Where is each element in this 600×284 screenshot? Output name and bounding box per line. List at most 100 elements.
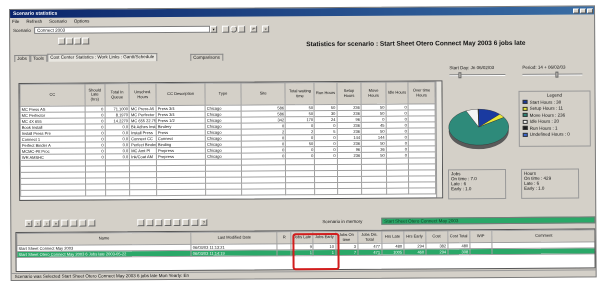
close-scenario-icon[interactable]: × [262,25,270,33]
lower-col-cost-total[interactable]: Cost Total [447,230,470,243]
col-type[interactable]: Type [205,83,241,106]
chart-icon[interactable] [238,25,246,33]
table-cell [156,189,206,196]
period-slider[interactable] [522,73,583,76]
lower-col-last-modified[interactable]: Last Modified Date [191,231,278,245]
col-idle-hours[interactable]: Idle Hours [385,82,409,105]
tab-work-links-label: Work Links [97,54,120,60]
hours-box: Hours On time : 429 Late : 6 Early : 1.0 [520,168,580,199]
cost-center-grid: CC Should Late (hrs) Total In Queue Unsc… [19,81,436,197]
table-cell: Install Press [129,129,157,136]
legend-item: Idle Hours : 20 [522,118,587,124]
save-icon[interactable] [222,25,230,33]
refresh-icon[interactable] [137,219,145,227]
col-setup-hours[interactable]: Setup Hours [336,82,362,105]
delete-icon[interactable] [88,219,96,227]
chart-bottom-icon[interactable] [146,219,154,227]
tab-cost-center-statistics-label: Cost Center Statistics [50,54,94,60]
minimize-button[interactable] [573,8,580,14]
col-cc-description[interactable]: CC Description [156,83,206,106]
tab-tools[interactable]: Tools [30,54,47,62]
hours-early: Early : 1.0 [524,185,545,191]
pie-legend: Legend Start Hours : 38 Setup Hours : 11 M… [518,90,591,147]
scenario-in-memory-value: Start Sheet Otero Connect May 2003 [384,218,459,224]
prev-record-icon[interactable]: ‹ [34,219,42,227]
hours-pie-chart [448,108,509,150]
new-icon[interactable] [70,219,78,227]
compare-icon[interactable] [173,218,181,227]
legend-label: Start Hours : 38 [529,99,562,105]
cost-center-table: CC Should Late (hrs) Total In Queue Unsc… [18,80,444,201]
lock-icon[interactable] [164,219,172,227]
help-icon[interactable]: ? [200,218,208,226]
legend-items: Start Hours : 38 Setup Hours : 11 Move Hou… [520,99,590,137]
undo-icon[interactable]: ↶ [250,25,258,33]
tab-jobs[interactable]: Jobs [14,54,30,62]
scenario-in-memory-field[interactable]: Start Sheet Otero Connect May 2003 [381,216,596,225]
export-icon[interactable] [82,37,90,45]
legend-label: Idle Hours : 20 [529,118,559,124]
scenario-select[interactable]: Connect 2003 [34,25,211,34]
col-total-in-queue[interactable]: Total In Queue [104,83,130,106]
lower-col-name[interactable]: Name [16,232,192,246]
maximize-button[interactable] [580,7,587,14]
col-should-late[interactable]: Should Late (hrs) [84,83,105,107]
tab-cost-center-statistics[interactable]: Cost Center Statistics : Work Links : Ga… [47,53,158,62]
col-move-hours[interactable]: Move Hours [361,82,386,105]
first-record-icon[interactable]: « [25,219,33,227]
next-record-icon[interactable]: » [52,219,60,227]
table-cell [205,189,242,196]
table-cell [105,189,130,196]
tab-comparisons[interactable]: Comparisons [190,53,223,61]
menu-options[interactable]: Options [74,19,90,25]
col-run-hours[interactable]: Run Hours [314,82,337,105]
lower-col-jobs-dis-total[interactable]: Jobs Dis. Total [357,231,382,244]
table-cell: Bk Adhes Install [129,123,157,130]
comparison-cell: Start Sheet Otero Connect May 2003 6 Job… [16,250,192,258]
settings-icon[interactable] [191,218,199,226]
folder-icon[interactable] [66,37,74,45]
title-bar: Scenario statistics [10,6,595,18]
dropdown-arrow-icon[interactable]: ▾ [210,25,218,33]
gantt-icon[interactable] [155,219,163,227]
legend-item: Run Hours : 1 [522,125,587,130]
menu-file[interactable]: File [12,19,19,25]
play-icon[interactable]: › [43,219,51,227]
globe-icon[interactable] [230,25,238,33]
legend-swatch [522,99,528,104]
col-overtime-hours[interactable]: Over time Hours [408,81,436,105]
menu-refresh[interactable]: Refresh [26,19,42,25]
col-site[interactable]: Site [240,82,286,106]
legend-label: Move Hours : 236 [529,112,566,118]
comparison-cell [491,247,596,255]
table-icon[interactable] [182,218,190,226]
comparison-cell [469,248,492,255]
table-cell [315,188,338,195]
lower-col-cost[interactable]: Cost [425,230,448,243]
menu-scenario[interactable]: Scenario [49,19,67,25]
lower-col-r[interactable]: R [277,231,292,244]
tab-gantt-label: Gantt/Schedule [123,54,155,60]
stop-icon[interactable] [61,219,69,227]
table-cell: MC Press A5 [129,105,157,112]
close-button[interactable] [587,7,594,13]
col-unsched-hours[interactable]: Unsched. Hours [129,83,157,106]
lower-col-hrs-early[interactable]: Hrs Early [403,230,426,244]
lower-col-comment[interactable]: Comment [491,229,596,243]
col-total-waiting[interactable]: Total waiting time [285,82,315,105]
legend-title: Legend [547,92,563,98]
grid-icon[interactable] [74,37,82,45]
start-day-slider-thumb[interactable] [458,72,462,79]
print-icon[interactable] [58,37,66,45]
table-cell: MC 655 22.75 [129,117,157,124]
lower-col-hrs-late[interactable]: Hrs Late [381,231,404,244]
comparison-cell: 460 [403,248,426,256]
lower-col-wip[interactable]: WIP [469,230,492,243]
period-slider-thumb[interactable] [555,71,559,78]
table-cell: Ink/Coat AM [129,153,157,160]
col-cc[interactable]: CC [19,84,85,107]
table-cell: Perfect Binder [129,141,157,148]
scenario-statistics-window: Scenario statistics File Refresh Scenari… [9,5,597,281]
table-cell [20,190,86,197]
copy-icon[interactable] [79,219,87,227]
